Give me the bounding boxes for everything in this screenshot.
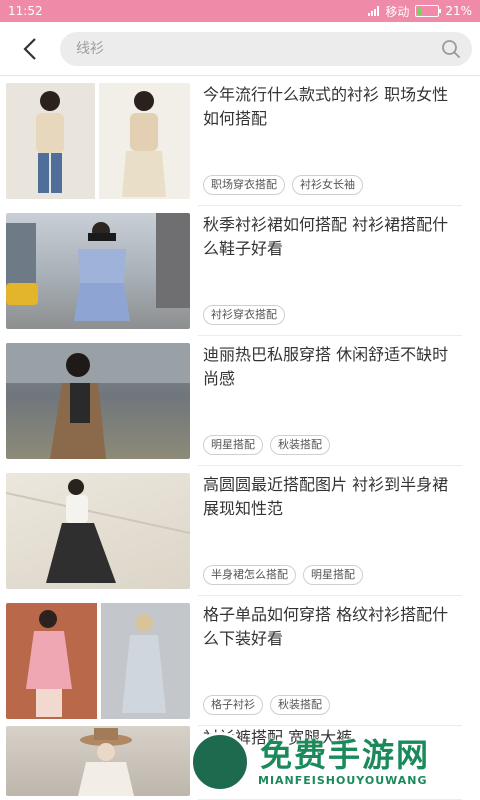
article-thumbnail [6, 213, 190, 329]
article-list: 今年流行什么款式的衬衫 职场女性如何搭配 职场穿衣搭配 衬衫女长袖 秋季衬衫裙如… [0, 76, 480, 800]
status-bar: 11:52 移动 21% [0, 0, 480, 22]
list-item[interactable]: 迪丽热巴私服穿搭 休闲舒适不缺时尚感 明星搭配 秋装搭配 [0, 336, 480, 466]
back-button[interactable] [14, 33, 46, 65]
article-thumbnail [6, 726, 190, 796]
battery-percent: 21% [445, 4, 472, 18]
battery-icon [415, 5, 442, 17]
tag-chip[interactable]: 职场穿衣搭配 [203, 175, 285, 195]
tag-chip[interactable]: 秋装搭配 [270, 695, 330, 715]
list-item[interactable]: 格子单品如何穿搭 格纹衬衫搭配什么下装好看 格子衬衫 秋装搭配 [0, 596, 480, 726]
article-title: 格子单品如何穿搭 格纹衬衫搭配什么下装好看 [203, 605, 449, 648]
article-thumbnail [6, 473, 190, 589]
article-title: 秋季衬衫裙如何搭配 衬衫裙搭配什么鞋子好看 [203, 215, 449, 258]
tag-list: 半身裙怎么搭配 明星搭配 [203, 565, 462, 589]
article-thumbnail [6, 83, 190, 199]
list-item[interactable]: 衬衫裤搭配 宽腿大裤 [0, 726, 480, 800]
tag-chip[interactable]: 格子衬衫 [203, 695, 263, 715]
tag-chip[interactable]: 明星搭配 [203, 435, 263, 455]
list-item[interactable]: 秋季衬衫裙如何搭配 衬衫裙搭配什么鞋子好看 衬衫穿衣搭配 [0, 206, 480, 336]
article-thumbnail [6, 603, 190, 719]
carrier-label: 移动 [385, 4, 410, 19]
article-title: 迪丽热巴私服穿搭 休闲舒适不缺时尚感 [203, 345, 449, 388]
tag-chip[interactable]: 秋装搭配 [270, 435, 330, 455]
tag-list: 职场穿衣搭配 衬衫女长袖 [203, 175, 462, 199]
search-box[interactable] [60, 31, 472, 66]
tag-chip[interactable]: 衬衫女长袖 [292, 175, 363, 195]
tag-chip[interactable]: 半身裙怎么搭配 [203, 565, 296, 585]
status-indicators: 移动 21% [368, 3, 472, 20]
tag-chip[interactable]: 明星搭配 [303, 565, 363, 585]
tag-chip[interactable]: 衬衫穿衣搭配 [203, 305, 285, 325]
chevron-left-icon [23, 37, 36, 60]
status-time: 11:52 [8, 4, 43, 18]
search-input[interactable] [74, 39, 440, 58]
list-item[interactable]: 今年流行什么款式的衬衫 职场女性如何搭配 职场穿衣搭配 衬衫女长袖 [0, 76, 480, 206]
article-title: 衬衫裤搭配 宽腿大裤 [203, 728, 353, 747]
tag-list: 格子衬衫 秋装搭配 [203, 695, 462, 719]
article-title: 今年流行什么款式的衬衫 职场女性如何搭配 [203, 85, 449, 128]
article-thumbnail [6, 343, 190, 459]
top-bar [0, 22, 480, 76]
article-title: 高圆圆最近搭配图片 衬衫到半身裙展现知性范 [203, 475, 449, 518]
signal-icon [368, 6, 380, 16]
list-item[interactable]: 高圆圆最近搭配图片 衬衫到半身裙展现知性范 半身裙怎么搭配 明星搭配 [0, 466, 480, 596]
tag-list: 衬衫穿衣搭配 [203, 305, 462, 329]
search-icon[interactable] [440, 38, 462, 60]
tag-list: 明星搭配 秋装搭配 [203, 435, 462, 459]
